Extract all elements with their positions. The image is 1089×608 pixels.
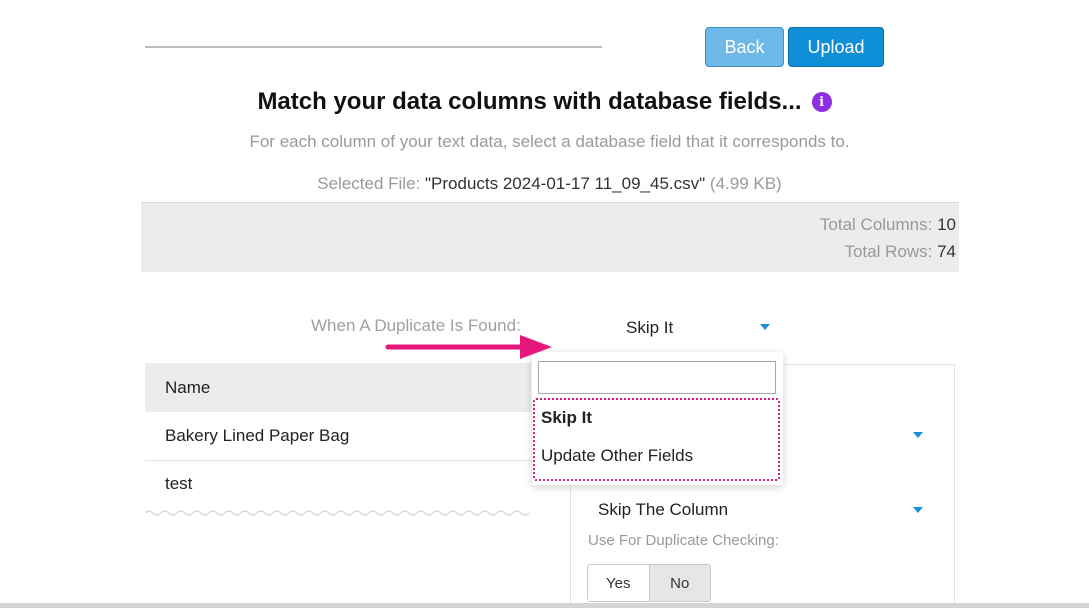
selected-file-prefix: Selected File: [317,174,421,193]
selected-file: Selected File: "Products 2024-01-17 11_0… [0,174,1089,194]
total-rows-label: Total Rows: [844,242,933,261]
table-row: Bakery Lined Paper Bag [145,412,531,461]
page-title: Match your data columns with database fi… [257,88,802,115]
selected-file-name: "Products 2024-01-17 11_09_45.csv" [425,174,706,193]
chevron-down-icon[interactable] [760,324,770,330]
no-button[interactable]: No [649,565,710,601]
stats-box: Total Columns: 10 Total Rows: 74 [141,202,959,272]
selected-file-size: (4.99 KB) [709,174,782,193]
progress-line [145,46,602,48]
dropdown-search-input[interactable] [538,361,776,394]
annotation-highlight-box [533,398,780,481]
page-title-container: Match your data columns with database fi… [0,88,1089,116]
column-field-select[interactable]: Skip The Column [598,500,728,520]
total-columns: Total Columns: 10 [820,215,956,235]
table-cut-edge [145,510,530,516]
bottom-scrollbar[interactable] [0,603,1089,608]
annotation-arrow-icon [385,335,552,359]
chevron-down-icon[interactable] [913,507,923,513]
upload-button[interactable]: Upload [788,27,884,67]
duplicate-checking-toggle: Yes No [587,564,711,602]
table-row: test [165,474,193,493]
total-rows: Total Rows: 74 [844,242,956,262]
chevron-down-icon[interactable] [913,432,923,438]
duplicate-checking-label: Use For Duplicate Checking: [588,532,779,549]
table-header: Name [145,363,531,412]
duplicate-select[interactable]: Skip It [626,318,673,338]
yes-button[interactable]: Yes [588,565,650,601]
total-rows-value: 74 [937,242,956,261]
total-columns-label: Total Columns: [819,215,933,234]
total-columns-value: 10 [937,215,956,234]
back-button[interactable]: Back [705,27,784,67]
page-subtitle: For each column of your text data, selec… [249,132,850,151]
info-icon[interactable]: i [811,92,832,112]
